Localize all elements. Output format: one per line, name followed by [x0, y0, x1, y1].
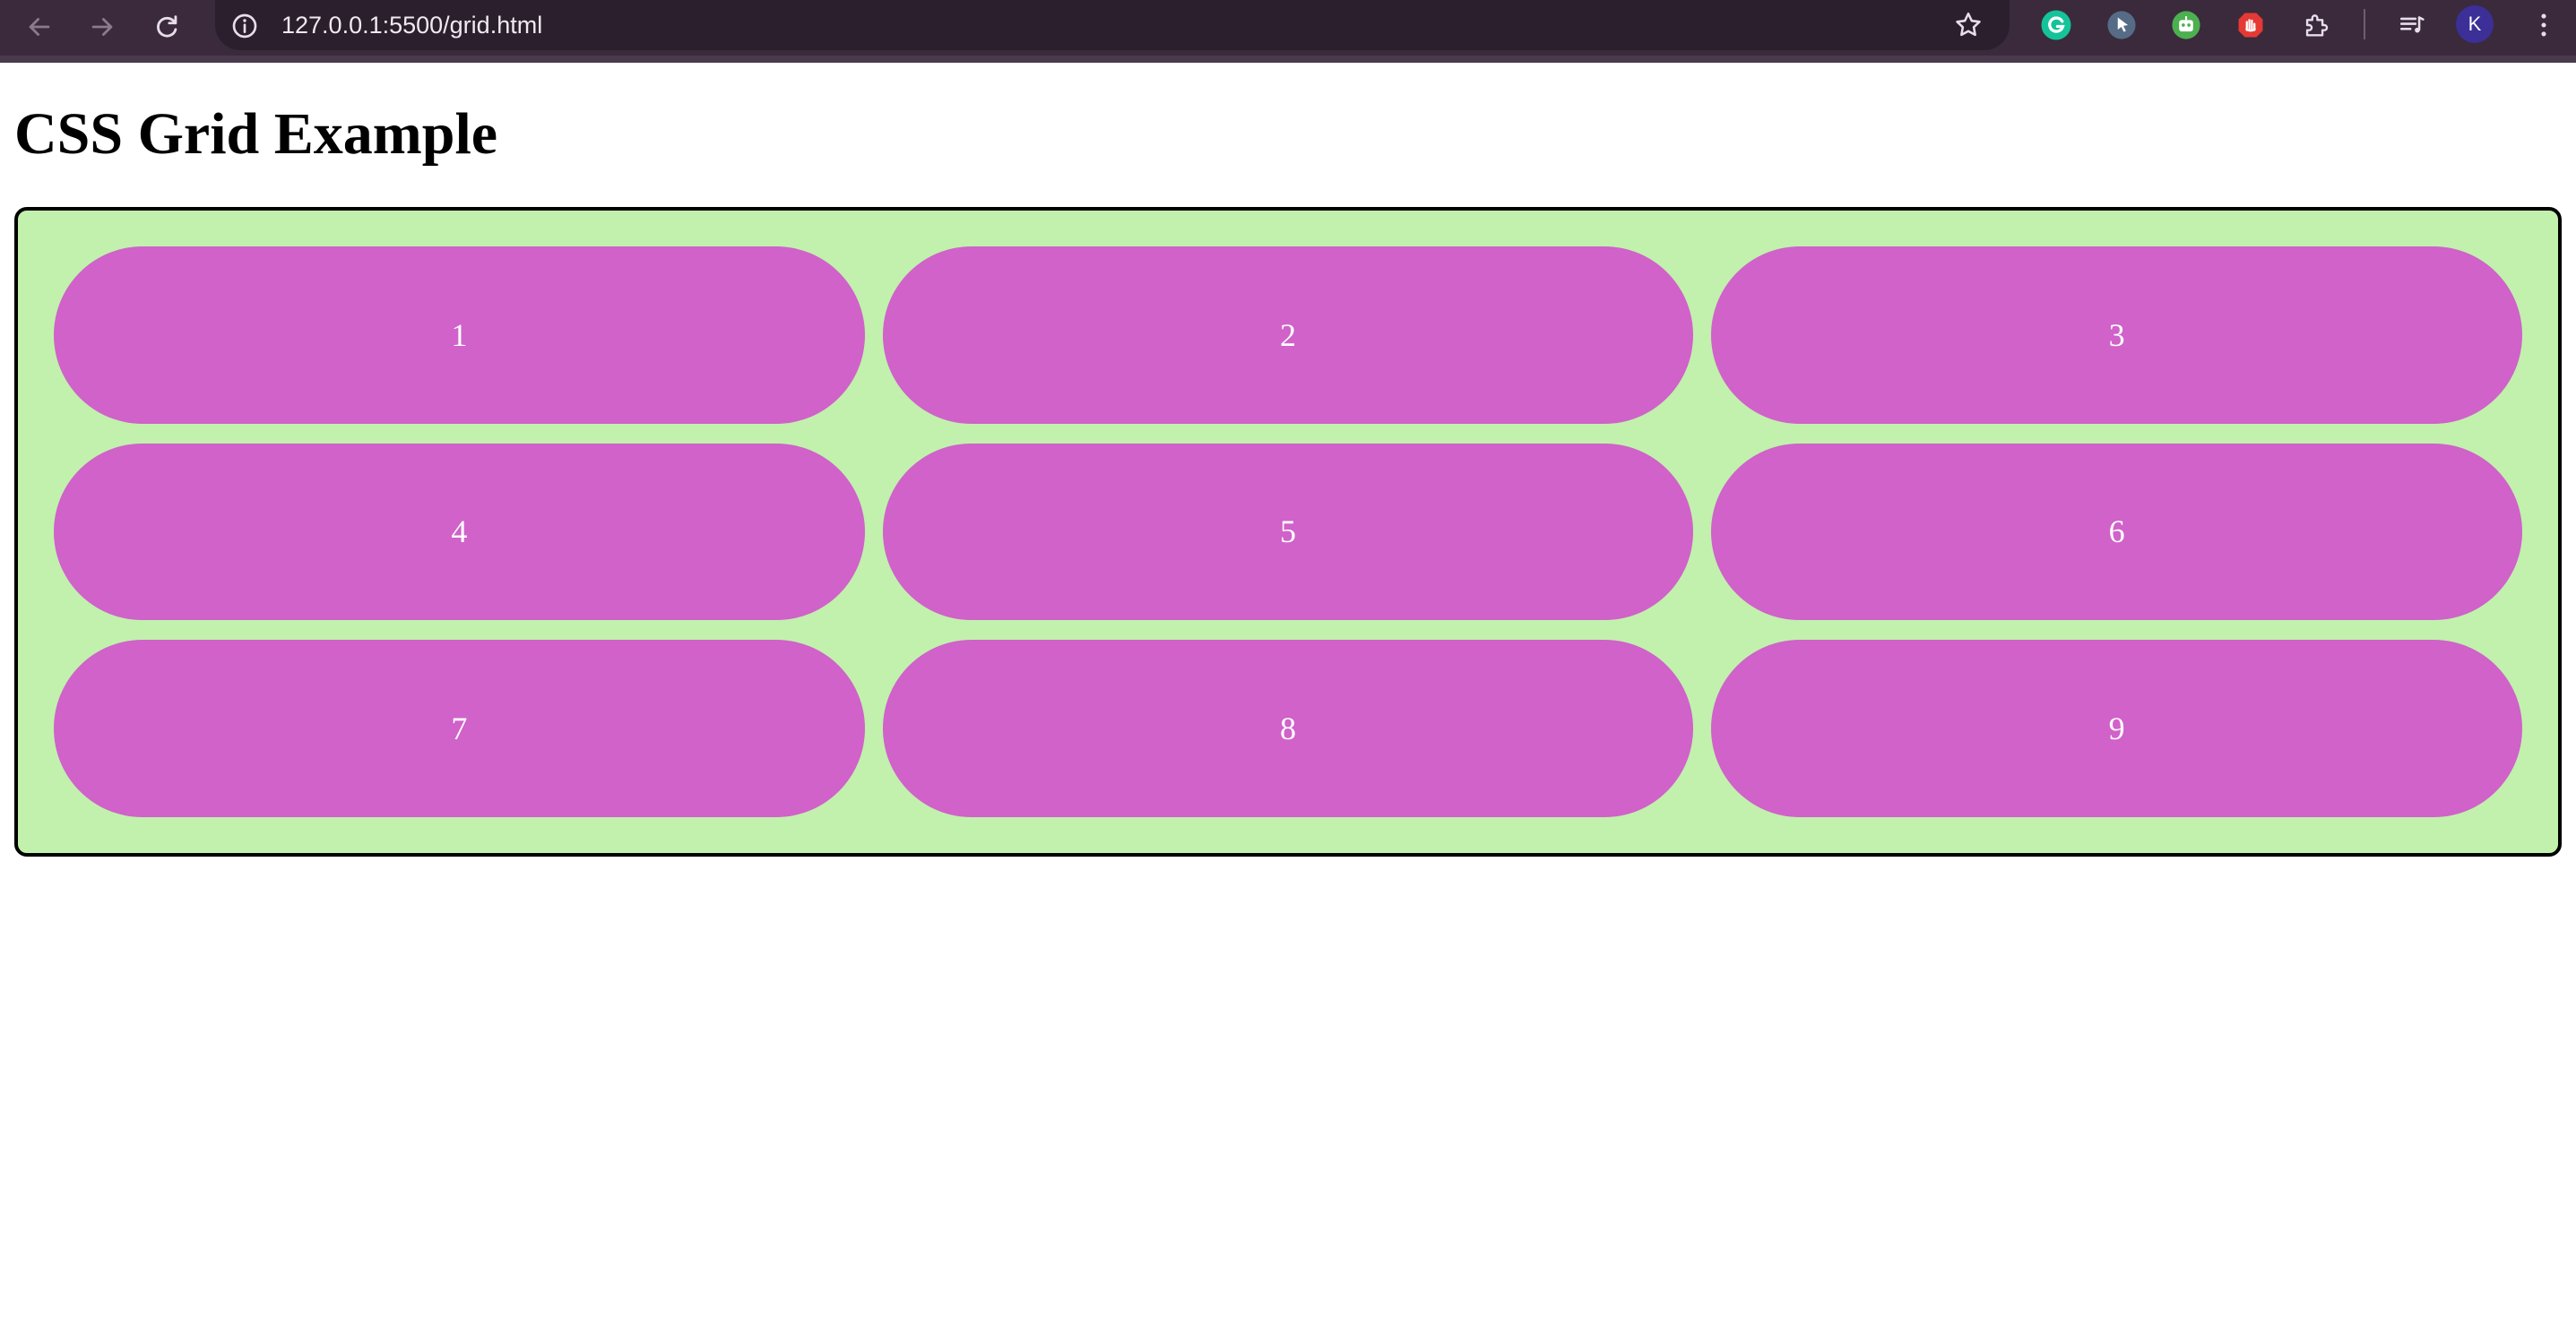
more-menu-icon [2541, 13, 2546, 37]
grid-item: 3 [1711, 246, 2522, 424]
stop-hand-extension-icon [2238, 13, 2263, 38]
site-info-icon [232, 13, 257, 39]
bookmark-star-icon [1956, 12, 1981, 37]
bookmark-button[interactable] [1947, 4, 1990, 47]
grammarly-extension-button[interactable] [2033, 2, 2079, 48]
site-info-button[interactable] [226, 7, 264, 45]
reload-icon [157, 15, 177, 38]
grid-item: 1 [54, 246, 865, 424]
forward-button[interactable] [75, 5, 129, 48]
grid-item: 5 [882, 443, 1694, 621]
back-button[interactable] [13, 5, 66, 48]
extensions-button[interactable] [2293, 2, 2339, 48]
cursor-extension-button[interactable] [2098, 2, 2145, 48]
toolbar-bottom-strip [0, 56, 2576, 63]
browser-toolbar: 127.0.0.1:5500/grid.html K [0, 0, 2576, 63]
media-queue-button[interactable] [2390, 2, 2436, 48]
grammarly-extension-icon [2041, 10, 2071, 40]
grid-item: 6 [1711, 443, 2522, 621]
media-queue-icon [2399, 16, 2425, 33]
grid-item: 8 [882, 640, 1694, 817]
grid-item: 9 [1711, 640, 2522, 817]
grid-item: 7 [54, 640, 865, 817]
grid-container: 1 2 3 4 5 6 7 8 9 [14, 207, 2562, 857]
back-arrow-icon [29, 18, 50, 36]
grid-item: 4 [54, 443, 865, 621]
cursor-extension-icon [2107, 11, 2136, 39]
more-menu-button[interactable] [2520, 2, 2567, 48]
robot-extension-icon [2172, 11, 2200, 39]
reload-button[interactable] [140, 5, 194, 48]
profile-avatar[interactable]: K [2456, 5, 2494, 43]
toolbar-separator [2364, 9, 2365, 39]
url-text[interactable]: 127.0.0.1:5500/grid.html [281, 5, 542, 45]
stop-hand-extension-button[interactable] [2227, 2, 2274, 48]
robot-extension-button[interactable] [2163, 2, 2209, 48]
grid-item: 2 [882, 246, 1694, 424]
page-title: CSS Grid Example [14, 101, 498, 167]
forward-arrow-icon [91, 18, 113, 36]
extensions-puzzle-icon [2305, 14, 2329, 37]
